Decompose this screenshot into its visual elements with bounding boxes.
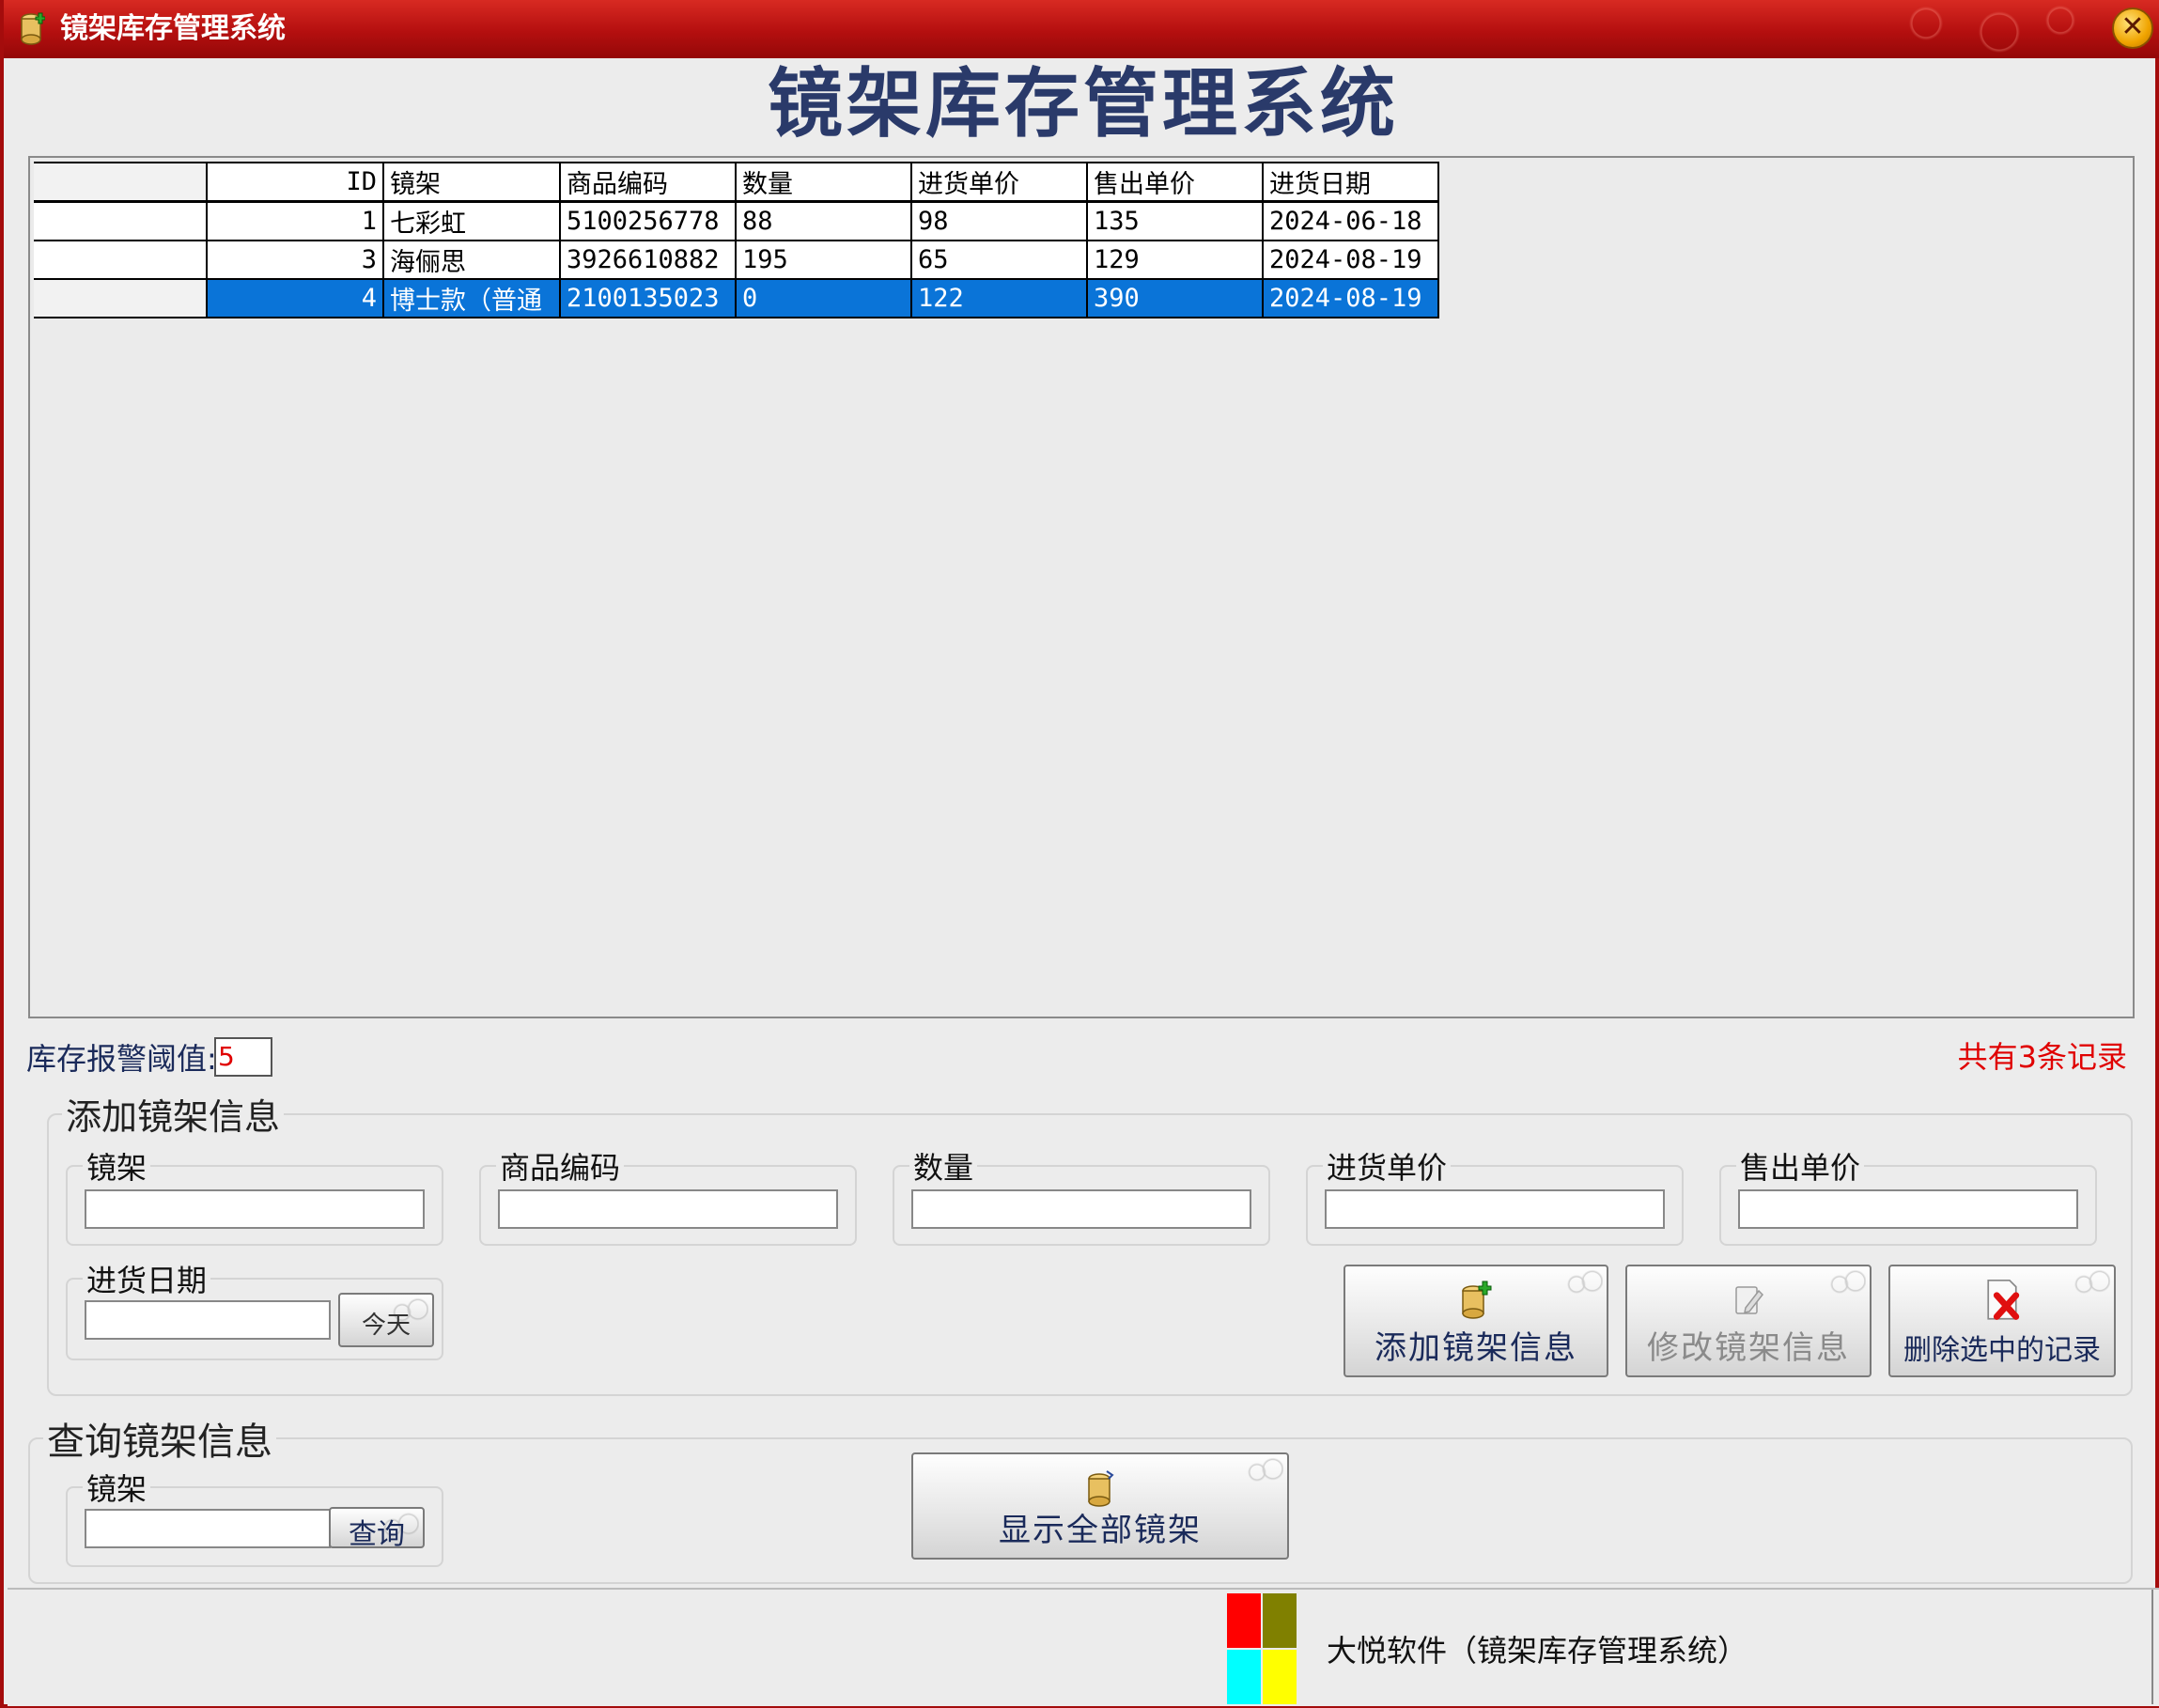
swirl-decoration — [1565, 1268, 1603, 1300]
query-frame-input[interactable] — [85, 1509, 331, 1548]
cell-frame[interactable]: 博士款（普通 — [382, 278, 561, 318]
cell-frame[interactable]: 七彩虹 — [382, 200, 561, 241]
cell-frame[interactable]: 海俪思 — [382, 240, 561, 280]
frame-field-label: 镜架 — [86, 1150, 148, 1186]
swirl-decoration — [1246, 1456, 1283, 1488]
delete-icon — [1987, 1279, 2020, 1320]
cell-frame-text: 海俪思 — [390, 248, 466, 277]
edit-frame-button[interactable]: 修改镜架信息 — [1625, 1265, 1872, 1377]
cell-qty[interactable]: 0 — [735, 278, 912, 318]
row-header[interactable] — [34, 200, 208, 241]
column-header-code[interactable]: 商品编码 — [559, 162, 737, 203]
threshold-input[interactable]: 5 — [214, 1037, 272, 1077]
delete-selected-button-label: 删除选中的记录 — [1903, 1334, 2101, 1367]
main-window: 镜架库存管理系统 ✕ 镜架库存管理系统 ID 镜架 商品编码 数量 进货单价 售… — [0, 0, 2159, 1708]
column-header-qty[interactable]: 数量 — [735, 162, 912, 203]
cell-id[interactable]: 4 — [206, 278, 384, 318]
cell-sell-price[interactable]: 135 — [1086, 200, 1264, 241]
swirl-decoration — [2073, 1268, 2110, 1300]
delete-selected-button[interactable]: 删除选中的记录 — [1888, 1265, 2116, 1377]
add-frame-button[interactable]: 添加镜架信息 — [1344, 1265, 1608, 1377]
buy-price-field-label: 进货单价 — [1327, 1150, 1448, 1186]
query-button[interactable]: 查询 — [329, 1507, 425, 1551]
date-field-label: 进货日期 — [86, 1263, 208, 1298]
quantity-input[interactable] — [911, 1189, 1251, 1229]
row-header[interactable] — [34, 278, 208, 318]
cell-date[interactable]: 2024-06-18 — [1262, 200, 1439, 241]
table-row[interactable]: 3 海俪思 3926610882 195 65 129 2024-08-19 — [34, 240, 1439, 280]
cell-qty[interactable]: 195 — [735, 240, 912, 280]
cell-frame-text: 七彩虹 — [390, 210, 466, 239]
cell-id[interactable]: 1 — [206, 200, 384, 241]
swirl-decoration — [1828, 1268, 1866, 1300]
row-header[interactable] — [34, 240, 208, 280]
cell-date[interactable]: 2024-08-19 — [1262, 278, 1439, 318]
inventory-grid[interactable]: ID 镜架 商品编码 数量 进货单价 售出单价 进货日期 1 七彩虹 51002… — [28, 156, 2135, 1018]
today-button[interactable]: 今天 — [338, 1293, 434, 1347]
sell-price-input[interactable] — [1738, 1189, 2078, 1229]
cell-code[interactable]: 5100256778 — [559, 200, 737, 241]
product-code-input[interactable] — [498, 1189, 838, 1229]
cell-sell-price[interactable]: 390 — [1086, 278, 1264, 318]
inventory-table: ID 镜架 商品编码 数量 进货单价 售出单价 进货日期 1 七彩虹 51002… — [34, 162, 1439, 318]
page-title: 镜架库存管理系统 — [768, 59, 1399, 148]
database-add-icon — [1462, 1281, 1492, 1319]
add-frame-group-title: 添加镜架信息 — [66, 1096, 281, 1138]
database-icon — [21, 12, 45, 45]
add-frame-button-label: 添加镜架信息 — [1375, 1329, 1577, 1367]
table-row[interactable]: 1 七彩虹 5100256778 88 98 135 2024-06-18 — [34, 200, 1439, 241]
cell-buy-price[interactable]: 65 — [910, 240, 1088, 280]
cell-buy-price[interactable]: 122 — [910, 278, 1088, 318]
column-header-date[interactable]: 进货日期 — [1262, 162, 1439, 203]
buy-price-input[interactable] — [1325, 1189, 1665, 1229]
cell-frame-text: 博士款（普通 — [390, 287, 542, 316]
status-bar — [8, 1588, 2159, 1706]
column-header-buy-price[interactable]: 进货单价 — [910, 162, 1088, 203]
sell-price-field-label: 售出单价 — [1740, 1150, 1861, 1186]
cell-code[interactable]: 3926610882 — [559, 240, 737, 280]
cell-code[interactable]: 2100135023 — [559, 278, 737, 318]
column-header-id[interactable]: ID — [206, 162, 384, 203]
database-icon — [1088, 1470, 1114, 1507]
table-row-selected[interactable]: 4 博士款（普通 2100135023 0 122 390 2024-08-19 — [34, 278, 1439, 318]
cell-id[interactable]: 3 — [206, 240, 384, 280]
column-header-frame[interactable]: 镜架 — [382, 162, 561, 203]
purchase-date-input[interactable] — [85, 1300, 331, 1340]
title-bar-decoration — [1853, 0, 2097, 58]
close-icon: ✕ — [2120, 10, 2145, 43]
column-header-sell-price[interactable]: 售出单价 — [1086, 162, 1264, 203]
show-all-frames-button[interactable]: 显示全部镜架 — [911, 1452, 1289, 1560]
query-field-label: 镜架 — [86, 1471, 148, 1507]
show-all-frames-button-label: 显示全部镜架 — [999, 1512, 1202, 1549]
edit-icon — [1735, 1286, 1763, 1314]
table-header-row: ID 镜架 商品编码 数量 进货单价 售出单价 进货日期 — [34, 162, 1439, 203]
title-bar: 镜架库存管理系统 ✕ — [4, 0, 2159, 58]
cell-qty[interactable]: 88 — [735, 200, 912, 241]
cell-date[interactable]: 2024-08-19 — [1262, 240, 1439, 280]
today-button-label: 今天 — [361, 1312, 411, 1340]
status-bar-separator — [2151, 1590, 2153, 1704]
edit-frame-button-label: 修改镜架信息 — [1647, 1329, 1850, 1367]
code-field-label: 商品编码 — [500, 1150, 621, 1186]
cell-sell-price[interactable]: 129 — [1086, 240, 1264, 280]
company-logo — [1227, 1593, 1297, 1704]
row-header-corner — [34, 162, 208, 203]
cell-buy-price[interactable]: 98 — [910, 200, 1088, 241]
qty-field-label: 数量 — [913, 1150, 974, 1186]
close-button[interactable]: ✕ — [2112, 8, 2153, 49]
frame-name-input[interactable] — [85, 1189, 425, 1229]
query-button-label: 查询 — [349, 1518, 405, 1551]
record-count: 共有3条记录 — [1957, 1039, 2127, 1075]
threshold-label: 库存报警阈值: — [26, 1041, 217, 1077]
window-title: 镜架库存管理系统 — [60, 12, 286, 45]
query-frame-group-title: 查询镜架信息 — [47, 1421, 272, 1464]
status-text: 大悦软件（镜架库存管理系统） — [1327, 1633, 1748, 1669]
